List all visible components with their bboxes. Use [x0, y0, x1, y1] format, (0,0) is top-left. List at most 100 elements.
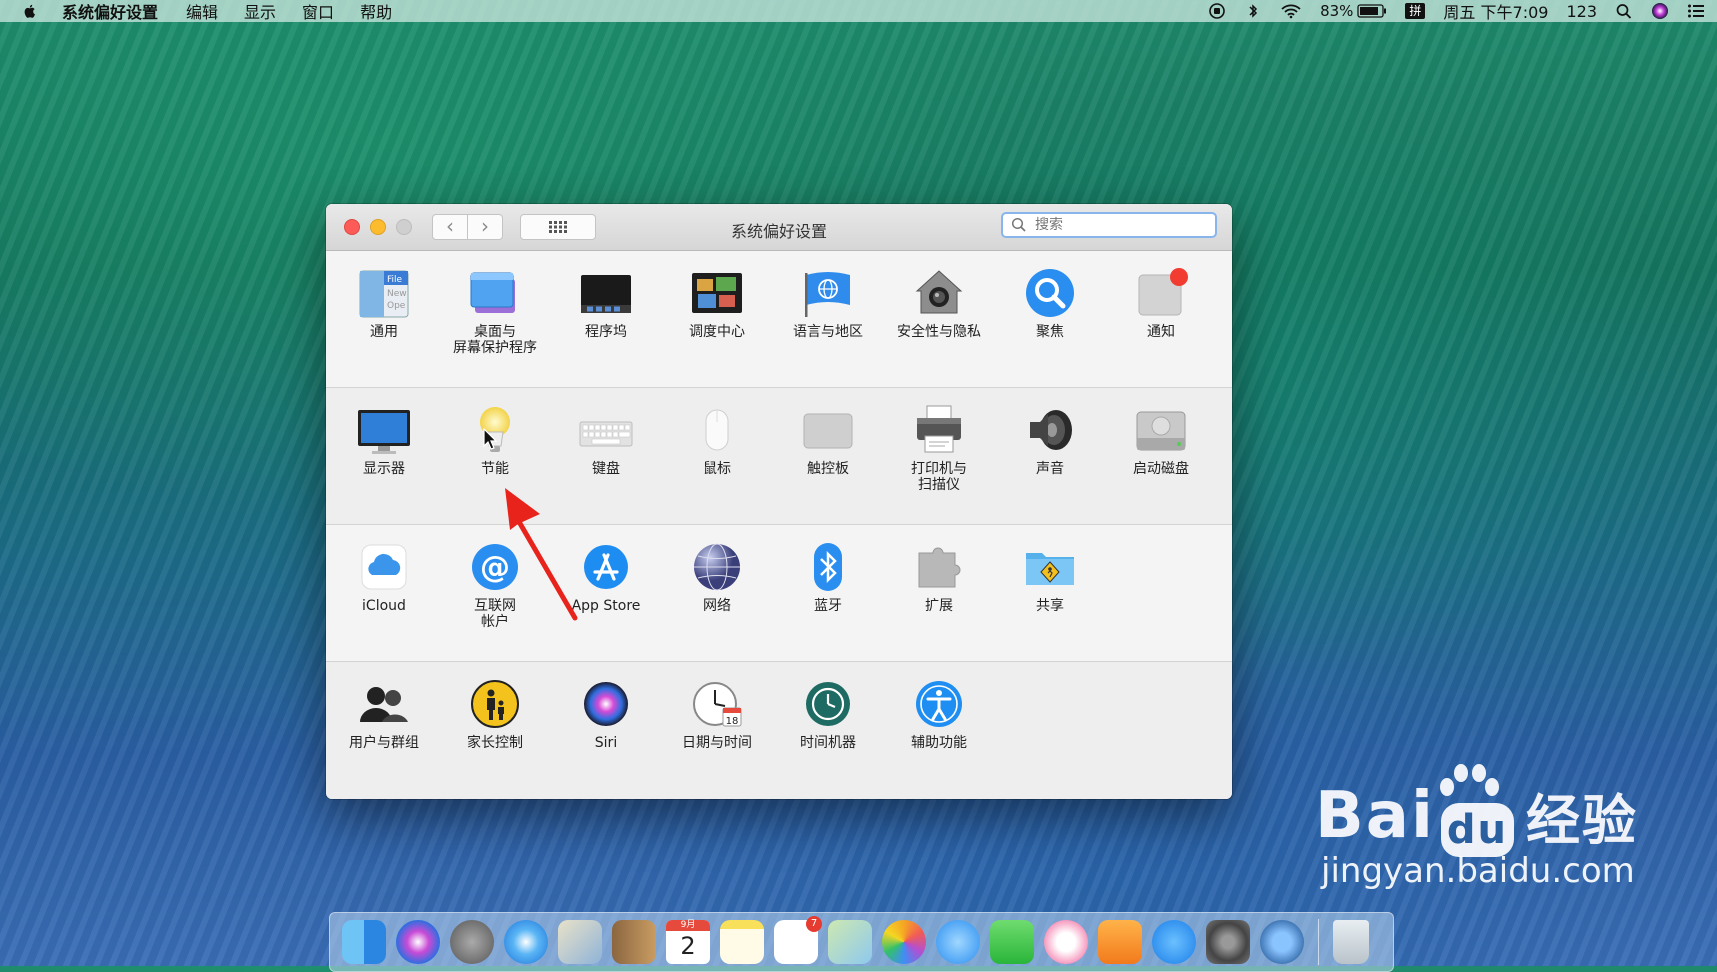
reminders-icon[interactable]: 7	[774, 916, 822, 964]
pane-general[interactable]: File New Ope 通用	[329, 265, 439, 340]
pane-trackpad[interactable]: 触控板	[773, 402, 883, 477]
svg-text:18: 18	[726, 716, 739, 727]
dock-separator	[1318, 919, 1319, 965]
pane-mouse[interactable]: 鼠标	[662, 402, 772, 477]
menu-clock[interactable]: 周五 下午7:09	[1443, 0, 1548, 23]
input-method-indicator[interactable]: 拼	[1405, 3, 1426, 19]
pane-parental[interactable]: 家长控制	[440, 676, 550, 751]
pane-accessibility[interactable]: 辅助功能	[884, 676, 994, 751]
pane-label: Siri	[594, 735, 618, 751]
pane-bluetooth[interactable]: 蓝牙	[773, 539, 883, 614]
time-machine-icon	[806, 682, 850, 726]
maps-icon[interactable]	[828, 920, 872, 964]
trash-icon[interactable]	[1333, 920, 1369, 964]
pane-sharing[interactable]: 共享	[995, 539, 1105, 614]
preferences-row-4: 用户与群组 家长控制 Siri 18 日期与时间 时间机器 辅助功能	[326, 662, 1232, 799]
launchpad-icon[interactable]	[450, 920, 494, 964]
finder-icon[interactable]	[342, 920, 386, 964]
pane-keyboard[interactable]: 键盘	[551, 402, 661, 477]
speaker-icon	[1030, 410, 1072, 450]
calendar-icon[interactable]: 9月 2	[666, 920, 710, 964]
pane-label: iCloud	[362, 598, 406, 614]
screen-record-icon[interactable]	[1208, 3, 1226, 19]
battery-icon	[1357, 4, 1387, 18]
spotlight-search-icon[interactable]	[1615, 3, 1633, 19]
clock-calendar-icon: 18	[693, 682, 742, 727]
reminders-badge: 7	[806, 916, 822, 932]
pane-displays[interactable]: 显示器	[329, 402, 439, 477]
pane-language[interactable]: 语言与地区	[773, 265, 883, 340]
siri-menu-icon[interactable]	[1651, 2, 1669, 20]
parental-icon	[471, 680, 519, 728]
photos-icon[interactable]	[882, 920, 926, 964]
menu-window[interactable]: 窗口	[302, 0, 334, 23]
app-store-icon[interactable]	[1152, 920, 1196, 964]
notification-center-icon[interactable]	[1687, 3, 1705, 19]
baidu-watermark: Bai du 经验 jingyan.baidu.com	[1315, 763, 1715, 891]
siri-icon	[584, 682, 628, 726]
quicktime-icon[interactable]	[1260, 920, 1304, 964]
pane-app-store[interactable]: App Store	[551, 539, 661, 614]
pane-label: 辅助功能	[911, 735, 967, 751]
pane-label: 蓝牙	[814, 598, 842, 614]
mission-control-icon	[692, 273, 742, 313]
pane-label: 打印机与 扫描仪	[911, 461, 967, 493]
sharing-folder-icon	[1026, 553, 1074, 585]
pane-sound[interactable]: 声音	[995, 402, 1105, 477]
bluetooth-icon[interactable]	[1244, 3, 1262, 19]
menu-app-name[interactable]: 系统偏好设置	[62, 0, 158, 23]
apple-menu-icon[interactable]	[22, 3, 38, 19]
siri-icon[interactable]	[396, 920, 440, 964]
printer-icon	[917, 405, 961, 453]
pane-extensions[interactable]: 扩展	[884, 539, 994, 614]
svg-text:@: @	[480, 550, 510, 585]
users-icon	[360, 687, 408, 722]
mouse-pointer-icon	[483, 428, 498, 450]
watermark-url: jingyan.baidu.com	[1321, 851, 1635, 891]
system-preferences-icon[interactable]	[1206, 920, 1250, 964]
search-input[interactable]	[1033, 216, 1207, 234]
pane-label: 节能	[481, 461, 509, 477]
pane-date-time[interactable]: 18 日期与时间	[662, 676, 772, 751]
pane-users[interactable]: 用户与群组	[329, 676, 439, 751]
pane-network[interactable]: 网络	[662, 539, 772, 614]
contacts-icon[interactable]	[612, 920, 656, 964]
pane-label: 声音	[1036, 461, 1064, 477]
pane-printers[interactable]: 打印机与 扫描仪	[884, 402, 994, 493]
pane-label: 程序坞	[585, 324, 627, 340]
pane-time-machine[interactable]: 时间机器	[773, 676, 883, 751]
pane-siri[interactable]: Siri	[551, 676, 661, 751]
mail-icon[interactable]	[558, 920, 602, 964]
pane-mission-control[interactable]: 调度中心	[662, 265, 772, 340]
pane-notifications[interactable]: 通知	[1106, 265, 1216, 340]
pane-desktop[interactable]: 桌面与 屏幕保护程序	[440, 265, 550, 356]
menu-help[interactable]: 帮助	[360, 0, 392, 23]
notes-icon[interactable]	[720, 920, 764, 964]
pane-dock[interactable]: 程序坞	[551, 265, 661, 340]
pane-security[interactable]: 安全性与隐私	[884, 265, 994, 340]
menu-edit[interactable]: 编辑	[186, 0, 218, 23]
calendar-month: 9月	[666, 920, 710, 931]
ibooks-icon[interactable]	[1098, 920, 1142, 964]
pane-startup-disk[interactable]: 启动磁盘	[1106, 402, 1216, 477]
battery-status[interactable]: 83%	[1320, 2, 1387, 20]
pane-icloud[interactable]: iCloud	[329, 539, 439, 614]
messages-icon[interactable]	[936, 920, 980, 964]
pane-label: 通知	[1147, 324, 1175, 340]
pane-spotlight[interactable]: 聚焦	[995, 265, 1105, 340]
search-field[interactable]	[1001, 212, 1217, 238]
magnifier-icon	[1026, 269, 1074, 317]
cloud-icon	[361, 544, 407, 590]
pane-internet-accounts[interactable]: @ 互联网 帐户	[440, 539, 550, 630]
pane-label: 网络	[703, 598, 731, 614]
itunes-icon[interactable]	[1044, 920, 1088, 964]
menu-user[interactable]: 123	[1566, 2, 1597, 21]
wifi-icon[interactable]	[1280, 3, 1302, 19]
menu-view[interactable]: 显示	[244, 0, 276, 23]
window-titlebar[interactable]: ‹ › 系统偏好设置	[326, 204, 1232, 251]
facetime-icon[interactable]	[990, 920, 1034, 964]
dock: 9月 2 7	[329, 912, 1394, 972]
general-file-icon: File New Ope	[359, 270, 409, 318]
keyboard-icon	[579, 421, 633, 447]
safari-icon[interactable]	[504, 920, 548, 964]
